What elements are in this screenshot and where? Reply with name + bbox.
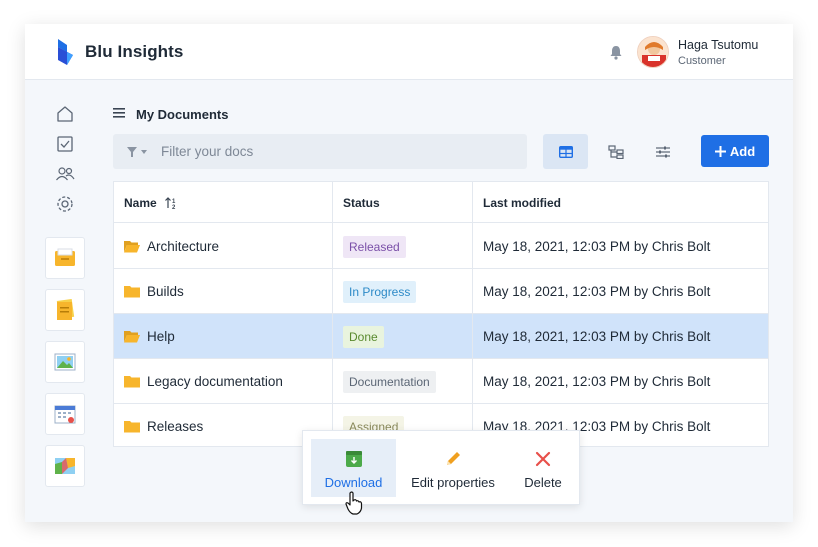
cell-last-modified: May 18, 2021, 12:03 PM by Chris Bolt xyxy=(483,224,710,269)
column-header-last-modified[interactable]: Last modified xyxy=(483,182,561,223)
tree-view-button[interactable] xyxy=(593,134,638,169)
home-icon[interactable] xyxy=(55,104,75,124)
last-modified-text: May 18, 2021, 12:03 PM by Chris Bolt xyxy=(483,239,711,254)
filter-input[interactable] xyxy=(161,134,521,169)
folder-name: Builds xyxy=(147,284,184,299)
status-badge: In Progress xyxy=(343,280,417,303)
sort-icon[interactable]: 1 2 xyxy=(164,196,179,209)
blu-insights-logo[interactable] xyxy=(56,38,76,66)
image-viewer-icon xyxy=(54,353,76,371)
folder-name: Help xyxy=(147,329,175,344)
table-row[interactable]: Architecture Released May 18, 2021, 12:03 … xyxy=(114,224,768,269)
cell-status: Done xyxy=(343,314,384,359)
add-button-label: Add xyxy=(729,143,756,159)
status-badge: Documentation xyxy=(343,370,436,393)
plus-icon xyxy=(714,145,726,157)
delete-x-icon xyxy=(535,451,551,467)
cell-name[interactable]: Architecture xyxy=(124,224,219,269)
column-header-name[interactable]: Name 1 2 xyxy=(124,182,179,223)
download-icon xyxy=(345,451,362,467)
documents-table: Name 1 2 Status Last modified Architectu… xyxy=(113,181,769,447)
table-view-button[interactable] xyxy=(543,134,588,169)
pencil-icon xyxy=(447,452,460,465)
cell-last-modified: May 18, 2021, 12:03 PM by Chris Bolt xyxy=(483,359,710,404)
hamburger-menu-icon[interactable] xyxy=(113,108,125,118)
delete-menu-item[interactable]: Delete xyxy=(513,439,573,497)
avatar-image xyxy=(638,37,668,67)
filter-bar xyxy=(113,134,527,169)
cell-name[interactable]: Help xyxy=(124,314,175,359)
status-badge: Released xyxy=(343,235,406,258)
sticky-notes-app-tile[interactable] xyxy=(45,289,85,331)
avatar[interactable] xyxy=(637,36,669,68)
app-title: Blu Insights xyxy=(85,42,184,61)
filter-icon[interactable] xyxy=(126,146,148,158)
column-header-status[interactable]: Status xyxy=(343,182,380,223)
table-row[interactable]: Help Done May 18, 2021, 12:03 PM by Chris … xyxy=(114,314,768,359)
add-button[interactable]: Add xyxy=(701,135,769,167)
folder-icon xyxy=(124,376,140,388)
sticky-notes-icon xyxy=(56,299,75,320)
map-app-tile[interactable] xyxy=(45,445,85,487)
folder-name: Legacy documentation xyxy=(147,374,283,389)
app-window: Blu Insights Haga Tsutomu Customer My Do… xyxy=(25,24,793,522)
download-menu-item[interactable]: Download xyxy=(311,439,396,497)
folder-open-icon xyxy=(124,331,140,343)
status-badge: Done xyxy=(343,325,384,348)
folder-open-icon xyxy=(124,241,140,253)
table-icon xyxy=(558,145,573,158)
table-row[interactable]: Builds In Progress May 18, 2021, 12:03 PM … xyxy=(114,269,768,314)
file-cabinet-icon xyxy=(55,248,75,266)
bell-icon[interactable] xyxy=(609,45,623,60)
page-title: My Documents xyxy=(136,107,229,122)
cell-last-modified: May 18, 2021, 12:03 PM by Chris Bolt xyxy=(483,314,710,359)
tree-icon xyxy=(607,144,624,159)
settings-sliders-button[interactable] xyxy=(640,134,685,169)
settings-icon[interactable] xyxy=(55,194,75,214)
cell-last-modified: May 18, 2021, 12:03 PM by Chris Bolt xyxy=(483,269,710,314)
top-bar: Blu Insights Haga Tsutomu Customer xyxy=(25,24,793,80)
context-menu: Download Edit properties Delete xyxy=(302,430,580,505)
image-viewer-app-tile[interactable] xyxy=(45,341,85,383)
user-role: Customer xyxy=(678,55,726,67)
column-divider xyxy=(332,182,333,446)
folder-name: Releases xyxy=(147,419,204,434)
table-header: Name 1 2 Status Last modified xyxy=(114,182,768,223)
calendar-app-tile[interactable] xyxy=(45,393,85,435)
users-icon[interactable] xyxy=(55,164,75,184)
last-modified-text: May 18, 2021, 12:03 PM by Chris Bolt xyxy=(483,329,711,344)
cell-name[interactable]: Releases xyxy=(124,404,203,449)
last-modified-text: May 18, 2021, 12:03 PM by Chris Bolt xyxy=(483,374,711,389)
sliders-icon xyxy=(655,146,670,157)
cell-name[interactable]: Builds xyxy=(124,269,184,314)
edit-properties-menu-item[interactable]: Edit properties xyxy=(401,439,505,497)
cell-status: In Progress xyxy=(343,269,417,314)
calendar-icon xyxy=(54,405,76,424)
tasks-icon[interactable] xyxy=(55,134,75,154)
user-name: Haga Tsutomu xyxy=(678,38,759,52)
hand-pointer-cursor-icon xyxy=(345,491,363,515)
last-modified-text: May 18, 2021, 12:03 PM by Chris Bolt xyxy=(483,284,711,299)
svg-text:2: 2 xyxy=(172,205,176,209)
table-row[interactable]: Legacy documentation Documentation May 18,… xyxy=(114,359,768,404)
map-icon xyxy=(55,458,75,474)
file-cabinet-app-tile[interactable] xyxy=(45,237,85,279)
cell-name[interactable]: Legacy documentation xyxy=(124,359,283,404)
folder-name: Architecture xyxy=(147,239,220,254)
cell-status: Documentation xyxy=(343,359,436,404)
cell-status: Released xyxy=(343,224,406,269)
folder-icon xyxy=(124,421,140,433)
column-divider xyxy=(472,182,473,446)
folder-icon xyxy=(124,286,140,298)
